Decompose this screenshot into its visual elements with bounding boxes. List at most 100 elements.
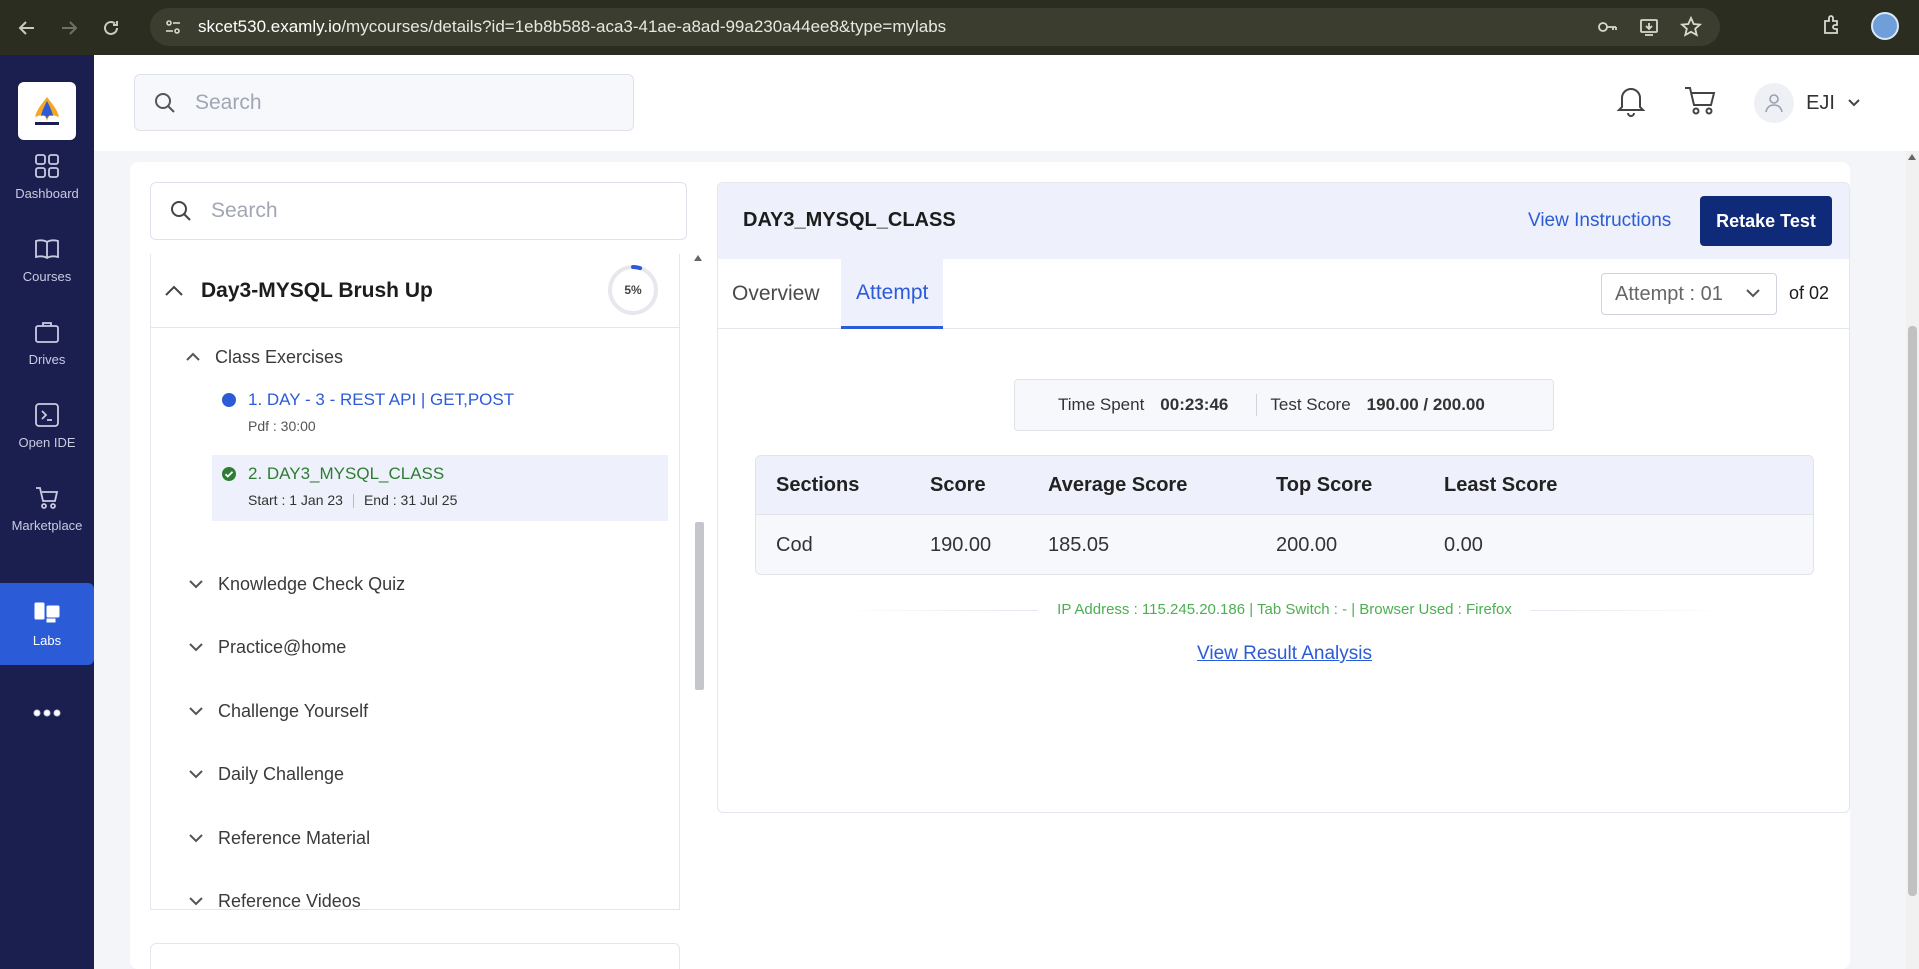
top-header: Search EJI [94, 55, 1919, 151]
session-info: IP Address : 115.245.20.186 | Tab Switch… [718, 601, 1849, 618]
chevron-down-icon [189, 897, 203, 906]
module-progress-ring: 5% [607, 264, 659, 316]
rail-item-dashboard[interactable]: Dashboard [0, 137, 94, 217]
in-progress-dot-icon [222, 393, 236, 407]
user-menu[interactable]: EJI [1754, 83, 1861, 123]
time-spent-value: 00:23:46 [1160, 395, 1229, 414]
item-meta: Pdf : 30:00 [248, 418, 316, 434]
labs-icon [34, 602, 60, 623]
rail-label: Labs [32, 633, 62, 648]
module-search-input[interactable]: Search [150, 182, 687, 240]
column-header: Score [930, 474, 986, 496]
section-class-exercises[interactable]: Class Exercises [185, 342, 715, 372]
bookmark-star-icon[interactable] [1679, 15, 1703, 43]
page-scrollbar-thumb[interactable] [1908, 326, 1917, 896]
tab-attempt[interactable]: Attempt [841, 259, 944, 329]
view-instructions-link[interactable]: View Instructions [1528, 210, 1671, 232]
back-button[interactable] [12, 13, 42, 43]
attempt-select-value: Attempt : 01 [1615, 282, 1723, 305]
chevron-down-icon [189, 770, 203, 779]
search-icon [155, 92, 175, 113]
attempt-count-label: of 02 [1789, 283, 1830, 303]
item-title: 2. DAY3_MYSQL_CLASS [248, 464, 445, 483]
detail-header: DAY3_MYSQL_CLASS View Instructions Retak… [718, 183, 1849, 259]
list-item-day3-mysql-class[interactable]: 2. DAY3_MYSQL_CLASS Start : 1 Jan 23 End … [212, 455, 668, 521]
table-cell: 0.00 [1444, 534, 1483, 556]
section-daily-challenge[interactable]: Daily Challenge [188, 759, 718, 789]
section-label: Daily Challenge [218, 763, 345, 784]
site-settings-icon[interactable] [162, 16, 184, 38]
chevron-up-icon [186, 352, 200, 361]
section-knowledge-check-quiz[interactable]: Knowledge Check Quiz [188, 569, 718, 599]
table-cell: 190.00 [930, 534, 992, 556]
rail-label: Courses [22, 269, 72, 284]
item-title: 1. DAY - 3 - REST API | GET,POST [248, 390, 515, 409]
rail-item-labs[interactable]: Labs [0, 583, 94, 665]
rail-item-drives[interactable]: Drives [0, 303, 94, 383]
search-placeholder: Search [195, 90, 262, 114]
tab-overview[interactable]: Overview [732, 259, 820, 329]
terminal-icon [35, 403, 59, 427]
profile-avatar[interactable] [1871, 12, 1899, 40]
key-icon[interactable] [1596, 16, 1618, 43]
table-cell: Cod [776, 534, 813, 556]
chevron-down-icon [189, 834, 203, 843]
browser-toolbar: skcet530.examly.io/mycourses/details?id=… [0, 0, 1919, 55]
scroll-up-arrow-icon[interactable] [1907, 153, 1917, 161]
extensions-icon[interactable] [1821, 13, 1843, 40]
global-search-input[interactable]: Search [134, 74, 634, 131]
retake-test-button[interactable]: Retake Test [1700, 196, 1832, 246]
rail-label: Dashboard [15, 186, 79, 201]
rail-item-marketplace[interactable]: Marketplace [0, 469, 94, 549]
address-bar[interactable]: skcet530.examly.io/mycourses/details?id=… [150, 8, 1720, 46]
chevron-down-icon [1746, 289, 1760, 298]
table-cell: 200.00 [1276, 534, 1338, 556]
session-info-text: IP Address : 115.245.20.186 | Tab Switch… [1057, 601, 1512, 618]
reload-button[interactable] [96, 13, 126, 43]
column-header: Average Score [1048, 474, 1188, 496]
test-score-label: Test Score [1270, 395, 1351, 414]
time-spent-label: Time Spent [1058, 395, 1145, 414]
section-reference-material[interactable]: Reference Material [188, 823, 718, 853]
rail-item-courses[interactable]: Courses [0, 220, 94, 300]
table-row: Cod 190.00 185.05 200.00 0.00 [756, 515, 1813, 574]
chevron-up-icon[interactable] [163, 284, 185, 298]
install-app-icon[interactable] [1638, 16, 1660, 43]
grid-icon [35, 154, 59, 178]
section-practice-home[interactable]: Practice@home [188, 632, 718, 662]
url-text: skcet530.examly.io/mycourses/details?id=… [198, 17, 947, 36]
module-card: Day3-MYSQL Brush Up 5% Class Exercises 1… [150, 254, 680, 911]
briefcase-icon [35, 322, 59, 343]
rail-label: Marketplace [11, 518, 83, 533]
attempt-select[interactable]: Attempt : 01 [1601, 273, 1777, 315]
cart-icon [36, 487, 59, 509]
module-header[interactable]: Day3-MYSQL Brush Up 5% [151, 254, 679, 328]
rail-item-open-ide[interactable]: Open IDE [0, 386, 94, 466]
table-header-row: Sections Score Average Score Top Score L… [756, 456, 1813, 515]
attempt-stats: Time Spent 00:23:46 Test Score 190.00 / … [1014, 379, 1554, 431]
test-score-value: 190.00 / 200.00 [1366, 395, 1485, 414]
scroll-up-arrow-icon[interactable] [693, 254, 703, 262]
section-label: Reference Videos [218, 890, 361, 911]
section-label: Class Exercises [215, 346, 344, 367]
sidebar-scrollbar-thumb[interactable] [695, 522, 704, 690]
cart-icon[interactable] [1684, 86, 1716, 121]
user-avatar [1754, 83, 1795, 123]
institution-logo[interactable] [18, 82, 76, 140]
notifications-bell-icon[interactable] [1616, 85, 1646, 122]
chevron-down-icon [189, 580, 203, 589]
left-nav-rail: Dashboard Courses Drives Open IDE Market… [0, 55, 94, 969]
forward-button[interactable] [54, 13, 84, 43]
view-result-analysis-link[interactable]: View Result Analysis [718, 643, 1849, 665]
check-circle-icon [222, 467, 236, 481]
rail-more-button[interactable] [0, 688, 94, 738]
next-module-card[interactable] [150, 943, 680, 969]
section-challenge-yourself[interactable]: Challenge Yourself [188, 696, 718, 726]
more-dots-icon [33, 709, 61, 717]
column-header: Top Score [1276, 474, 1373, 496]
list-item-rest-api[interactable]: 1. DAY - 3 - REST API | GET,POST Pdf : 3… [212, 390, 668, 450]
module-progress-label: 5% [624, 283, 642, 297]
section-reference-videos[interactable]: Reference Videos [188, 886, 718, 916]
column-header: Sections [776, 474, 860, 496]
user-name: EJI [1806, 91, 1835, 114]
